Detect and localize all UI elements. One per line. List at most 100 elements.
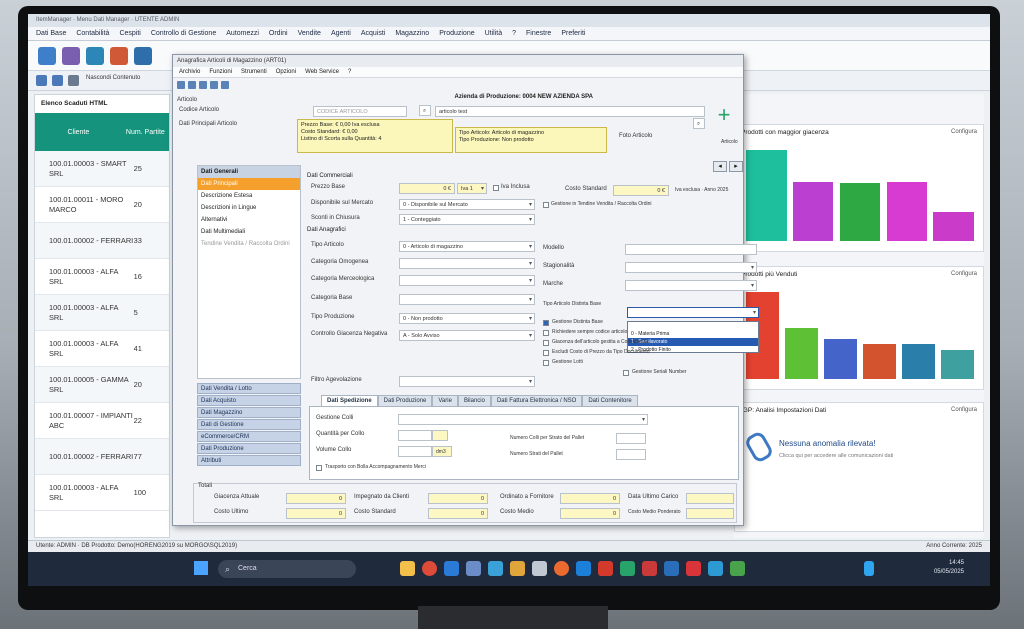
nav-section-button[interactable]: Dati Acquisto xyxy=(197,395,301,406)
chrome-icon[interactable] xyxy=(422,561,437,576)
option-checkbox[interactable] xyxy=(543,320,549,326)
delete-icon[interactable] xyxy=(199,80,207,89)
menu-item-14[interactable]: Preferiti xyxy=(561,30,585,37)
configure-button[interactable]: Configura xyxy=(951,407,977,413)
nav-section-button[interactable]: eCommerce/CRM xyxy=(197,431,301,442)
app-icon-8[interactable] xyxy=(620,561,635,576)
nav-item[interactable]: Tendine Vendita / Raccolta Ordini xyxy=(198,238,300,250)
menu-item-4[interactable]: Automezzi xyxy=(226,30,259,37)
homogeneous-category-select[interactable] xyxy=(399,258,535,269)
tab-0[interactable]: Dati Spedizione xyxy=(321,395,378,406)
tab-1[interactable]: Dati Produzione xyxy=(377,395,433,406)
option-checkbox[interactable] xyxy=(543,350,549,356)
chart-bar[interactable] xyxy=(886,181,927,241)
nav-item[interactable]: Dati Principali xyxy=(198,178,300,190)
dialog-menu-item[interactable]: Strumenti xyxy=(241,69,267,75)
article-description-input[interactable]: articolo test xyxy=(435,106,705,117)
dialog-menu-item[interactable]: Archivio xyxy=(179,69,200,75)
filter-select[interactable] xyxy=(399,376,535,387)
discounts-select[interactable]: 1 - Conteggiato xyxy=(399,214,535,225)
article-code-input[interactable]: CODICE ARTICOLO xyxy=(313,106,407,117)
nav-section-button[interactable]: Dati Produzione xyxy=(197,443,301,454)
dropdown-option[interactable] xyxy=(628,322,758,330)
taskbar-search[interactable]: Cerca xyxy=(218,560,356,578)
hide-content-label[interactable]: Nascondi Contenuto xyxy=(86,75,140,81)
dialog-menu-item[interactable]: Web Service xyxy=(305,69,339,75)
standard-cost-input[interactable]: 0 € xyxy=(613,185,669,196)
chart-bar[interactable] xyxy=(933,211,974,241)
nav-section-button[interactable]: Dati di Gestione xyxy=(197,419,301,430)
app-icon-12[interactable] xyxy=(708,561,723,576)
table-row[interactable]: 100.01.00003 - ALFA SRL 5 xyxy=(35,295,169,331)
chart-bar[interactable] xyxy=(862,344,897,379)
table-row[interactable]: 100.01.00011 - MORO MARCO 20 xyxy=(35,187,169,223)
nav-section-button[interactable]: Attributi xyxy=(197,455,301,466)
windows-start-icon[interactable] xyxy=(194,561,208,575)
packages-per-layer-input[interactable] xyxy=(616,433,646,444)
qty-per-package-unit[interactable] xyxy=(432,430,448,441)
menu-item-2[interactable]: Cespiti xyxy=(119,30,140,37)
article-search-button[interactable]: ⌕ xyxy=(419,105,431,116)
app-icon-2[interactable] xyxy=(488,561,503,576)
market-select[interactable]: 0 - Disponibile sul Mercato xyxy=(399,199,535,210)
product-category-select[interactable] xyxy=(399,275,535,286)
file-explorer-icon[interactable] xyxy=(400,561,415,576)
negative-stock-select[interactable]: A - Solo Avviso xyxy=(399,330,535,341)
chart-bar[interactable] xyxy=(839,182,881,241)
option-checkbox[interactable] xyxy=(543,360,549,366)
settings-icon[interactable] xyxy=(52,75,63,86)
refresh-icon[interactable] xyxy=(36,75,47,86)
app-icon-4[interactable] xyxy=(532,561,547,576)
menu-item-10[interactable]: Produzione xyxy=(439,30,474,37)
no-anomaly-subtext[interactable]: Clicca qui per accedere alle comunicazio… xyxy=(779,453,893,459)
app-icon-9[interactable] xyxy=(642,561,657,576)
configure-button[interactable]: Configura xyxy=(951,271,977,277)
next-button[interactable]: ▸ xyxy=(729,161,743,172)
print-icon[interactable] xyxy=(221,80,229,89)
taskbar-clock[interactable]: 14:45 05/05/2025 xyxy=(934,559,964,577)
dialog-menu-item[interactable]: Opzioni xyxy=(276,69,296,75)
menu-item-6[interactable]: Vendite xyxy=(298,30,321,37)
dialog-menu-item[interactable]: ? xyxy=(348,69,351,75)
chart-bar[interactable] xyxy=(746,150,787,241)
bom-type-select[interactable] xyxy=(627,307,759,318)
chart-bar[interactable] xyxy=(940,350,975,379)
menu-item-11[interactable]: Utilità xyxy=(485,30,503,37)
volume-unit[interactable]: dm3 xyxy=(432,446,452,457)
volume-input[interactable] xyxy=(398,446,432,457)
app-icon-5[interactable] xyxy=(554,561,569,576)
nav-header[interactable]: Dati Generali xyxy=(198,166,300,178)
dialog-menu-item[interactable]: Funzioni xyxy=(209,69,232,75)
table-row[interactable]: 100.01.00005 - GAMMA SRL 20 xyxy=(35,367,169,403)
chart-bar[interactable] xyxy=(784,328,819,379)
tab-4[interactable]: Dati Fattura Elettronica / NSO xyxy=(490,395,583,406)
table-row[interactable]: 100.01.00003 - SMART SRL 25 xyxy=(35,151,169,187)
table-row[interactable]: 100.01.00003 - ALFA SRL 100 xyxy=(35,475,169,511)
app-icon-1[interactable] xyxy=(466,561,481,576)
col-num-header[interactable]: Num. Partite xyxy=(122,128,169,137)
ribbon-icon-users[interactable] xyxy=(62,47,80,65)
app-icon-6[interactable] xyxy=(576,561,591,576)
search-icon[interactable] xyxy=(210,80,218,89)
print-icon[interactable] xyxy=(68,75,79,86)
app-icon-7[interactable] xyxy=(598,561,613,576)
tab-2[interactable]: Varie xyxy=(432,395,458,406)
col-client-header[interactable]: Cliente xyxy=(35,129,122,136)
nav-section-button[interactable]: Dati Vendita / Lotto xyxy=(197,383,301,394)
nav-item[interactable]: Descrizione Estesa xyxy=(198,190,300,202)
menu-item-9[interactable]: Magazzino xyxy=(395,30,429,37)
menu-item-0[interactable]: Dati Base xyxy=(36,30,66,37)
app-icon-11[interactable] xyxy=(686,561,701,576)
app-icon-13[interactable] xyxy=(730,561,745,576)
table-row[interactable]: 100.01.00007 - IMPIANTI ABC 22 xyxy=(35,403,169,439)
tray-app-icon[interactable] xyxy=(864,561,874,576)
chart-bar[interactable] xyxy=(823,338,858,379)
no-anomaly-text[interactable]: Nessuna anomalia rilevata! xyxy=(779,439,876,448)
model-input[interactable] xyxy=(625,244,757,255)
brands-select[interactable] xyxy=(625,280,757,291)
save-icon[interactable] xyxy=(188,80,196,89)
mail-icon[interactable] xyxy=(444,561,459,576)
vat-select[interactable]: Iva 1 xyxy=(457,183,487,194)
table-row[interactable]: 100.01.00003 - ALFA SRL 41 xyxy=(35,331,169,367)
menu-item-7[interactable]: Agenti xyxy=(331,30,351,37)
